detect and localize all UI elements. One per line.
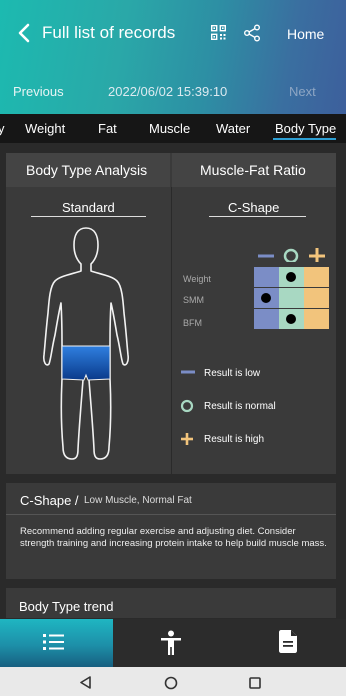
grid-cell bbox=[304, 288, 329, 308]
weight-dot bbox=[286, 272, 296, 282]
legend-low: Result is low bbox=[204, 368, 261, 379]
body-type-trend-card: Body Type trend bbox=[6, 588, 336, 618]
bfm-dot bbox=[286, 314, 296, 324]
body-type-trend-title: Body Type trend bbox=[19, 599, 114, 614]
body-type-analysis-title: Body Type Analysis bbox=[26, 162, 148, 178]
grid-cell bbox=[254, 267, 279, 287]
plus-icon bbox=[181, 433, 193, 445]
tab-body-partial[interactable]: y bbox=[0, 121, 5, 136]
body-type-analysis-card: Body Type Analysis Muscle-Fat Ratio Stan… bbox=[6, 153, 336, 474]
system-nav-bar bbox=[0, 667, 346, 696]
tab-selected-indicator bbox=[273, 138, 336, 140]
grid-cell bbox=[254, 288, 279, 308]
column-symbols bbox=[258, 248, 325, 262]
page-title: Full list of records bbox=[42, 23, 176, 42]
record-datetime: 2022/06/02 15:39:10 bbox=[108, 84, 228, 99]
grid-cell bbox=[304, 267, 329, 287]
body-silhouette-icon bbox=[43, 227, 129, 460]
home-button[interactable]: Home bbox=[287, 26, 324, 42]
muscle-fat-ratio-title: Muscle-Fat Ratio bbox=[200, 162, 306, 178]
result-card: C-Shape / Low Muscle, Normal Fat Recomme… bbox=[6, 483, 336, 579]
row-label-bfm: BFM bbox=[183, 318, 202, 328]
tab-body-type[interactable]: Body Type bbox=[275, 121, 336, 136]
tab-muscle[interactable]: Muscle bbox=[149, 121, 190, 136]
qr-code-icon[interactable] bbox=[211, 25, 226, 40]
share-icon[interactable] bbox=[243, 24, 261, 42]
bottom-nav bbox=[0, 619, 346, 667]
system-recents-icon[interactable] bbox=[249, 677, 261, 689]
back-arrow-icon[interactable] bbox=[16, 22, 34, 44]
section-divider bbox=[171, 187, 172, 474]
document-icon[interactable] bbox=[279, 630, 297, 653]
c-shape-label: C-Shape bbox=[228, 200, 280, 215]
tab-weight[interactable]: Weight bbox=[25, 121, 65, 136]
next-button[interactable]: Next bbox=[289, 84, 316, 99]
result-divider bbox=[6, 514, 336, 515]
previous-button[interactable]: Previous bbox=[13, 84, 64, 99]
grid-cell bbox=[254, 309, 279, 329]
row-label-weight: Weight bbox=[183, 274, 211, 284]
system-back-icon[interactable] bbox=[79, 676, 92, 689]
standard-underline bbox=[31, 216, 146, 217]
c-shape-underline bbox=[209, 216, 306, 217]
row-label-smm: SMM bbox=[183, 295, 204, 305]
result-shape: C-Shape / bbox=[20, 493, 79, 508]
grid-cell bbox=[279, 309, 304, 329]
recommendation-text: Recommend adding regular exercise and ad… bbox=[20, 526, 327, 549]
nav-list-tab[interactable] bbox=[0, 619, 113, 667]
standard-label: Standard bbox=[62, 200, 115, 215]
analysis-header-left: Body Type Analysis bbox=[6, 153, 170, 187]
tab-fat[interactable]: Fat bbox=[98, 121, 117, 136]
circle-icon bbox=[180, 399, 194, 413]
grid-cell bbox=[279, 288, 304, 308]
grid-cell bbox=[279, 267, 304, 287]
person-icon[interactable] bbox=[160, 630, 182, 656]
minus-icon bbox=[181, 370, 195, 374]
analysis-header-right: Muscle-Fat Ratio bbox=[172, 153, 336, 187]
header: Full list of records Home Previous 2022/… bbox=[0, 0, 346, 114]
system-home-icon[interactable] bbox=[164, 676, 178, 690]
legend-high: Result is high bbox=[204, 434, 265, 445]
legend-normal: Result is normal bbox=[204, 401, 276, 412]
grid-cell bbox=[304, 309, 329, 329]
smm-dot bbox=[261, 293, 271, 303]
tab-water[interactable]: Water bbox=[216, 121, 250, 136]
list-icon bbox=[43, 634, 64, 650]
result-subtitle: Low Muscle, Normal Fat bbox=[84, 495, 192, 506]
